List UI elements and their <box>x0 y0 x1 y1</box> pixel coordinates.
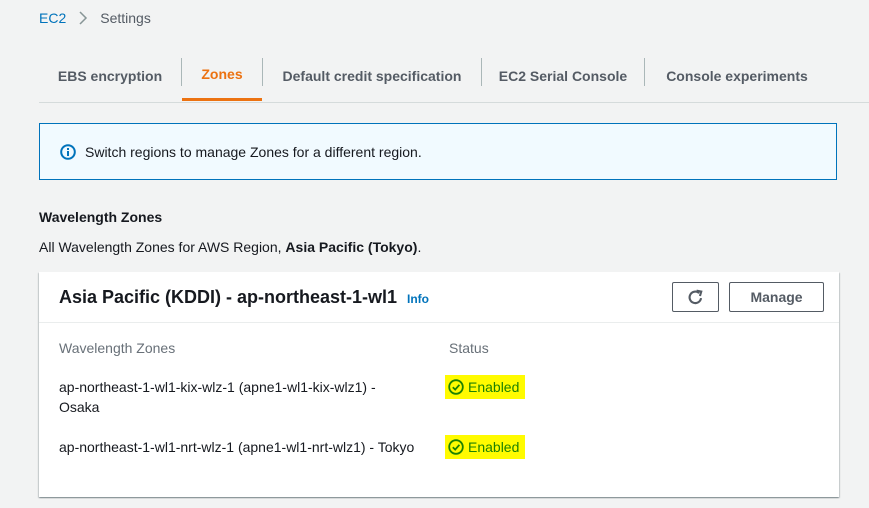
check-circle-icon <box>448 379 464 395</box>
refresh-button[interactable] <box>672 282 719 312</box>
section-desc-suffix: . <box>417 239 422 255</box>
info-flashbar-text: Switch regions to manage Zones for a dif… <box>85 143 422 160</box>
status-label: Enabled <box>468 379 520 395</box>
zone-status: Enabled <box>445 375 525 399</box>
wavelength-zone-group-panel: Asia Pacific (KDDI) - ap-northeast-1-wl1… <box>39 272 839 497</box>
manage-button[interactable]: Manage <box>729 282 824 312</box>
section-title: Wavelength Zones <box>39 209 163 225</box>
info-flashbar: Switch regions to manage Zones for a dif… <box>39 123 837 180</box>
zone-name-cell: ap-northeast-1-wl1-nrt-wlz-1 (apne1-wl1-… <box>59 439 415 455</box>
section-desc-prefix: All Wavelength Zones for AWS Region, <box>39 239 286 255</box>
tab-console-experiments[interactable]: Console experiments <box>645 50 829 101</box>
tab-default-credit-specification[interactable]: Default credit specification <box>263 50 481 101</box>
tab-zones[interactable]: Zones <box>182 50 262 101</box>
zone-status: Enabled <box>445 435 525 459</box>
info-link[interactable]: Info <box>407 292 429 306</box>
settings-tabs: EBS encryption Zones Default credit spec… <box>39 50 869 103</box>
zone-name-cell: ap-northeast-1-wl1-kix-wlz-1 (apne1-wl1-… <box>59 379 376 415</box>
breadcrumb: EC2 Settings <box>39 9 151 27</box>
column-header-status: Status <box>449 340 489 356</box>
tab-ebs-encryption[interactable]: EBS encryption <box>39 50 181 101</box>
panel-header: Asia Pacific (KDDI) - ap-northeast-1-wl1… <box>39 272 839 323</box>
chevron-right-icon <box>76 11 90 25</box>
panel-title: Asia Pacific (KDDI) - ap-northeast-1-wl1 <box>59 287 398 307</box>
refresh-icon <box>687 289 704 306</box>
check-circle-icon <box>448 439 464 455</box>
section-description: All Wavelength Zones for AWS Region, Asi… <box>39 239 421 255</box>
column-header-zones: Wavelength Zones <box>59 340 176 356</box>
breadcrumb-ec2-link[interactable]: EC2 <box>39 10 66 26</box>
breadcrumb-current: Settings <box>100 10 151 26</box>
info-circle-icon <box>60 143 76 160</box>
tab-ec2-serial-console[interactable]: EC2 Serial Console <box>482 50 644 101</box>
status-label: Enabled <box>468 439 520 455</box>
section-desc-region: Asia Pacific (Tokyo) <box>285 239 418 255</box>
